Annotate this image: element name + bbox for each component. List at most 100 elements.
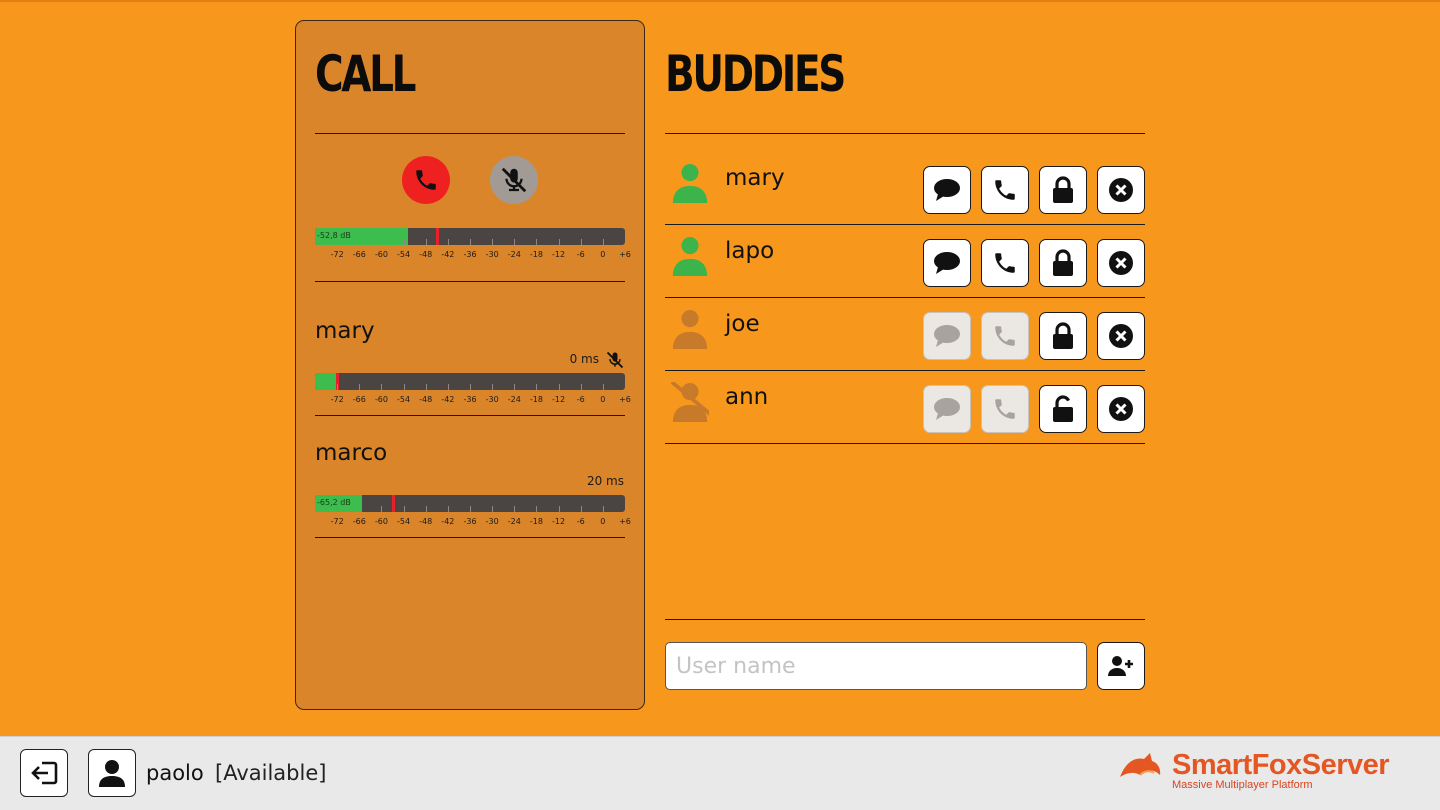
meter-scale-label: -72 xyxy=(330,395,344,404)
buddy-row-divider xyxy=(665,370,1145,371)
meter-tick xyxy=(558,239,560,245)
call-title: CALL xyxy=(315,45,416,103)
meter-tick xyxy=(580,506,582,512)
buddy-row-divider xyxy=(665,297,1145,298)
block-toggle-button[interactable] xyxy=(1039,385,1087,433)
remove-buddy-button[interactable] xyxy=(1097,239,1145,287)
chat-button[interactable] xyxy=(923,385,971,433)
block-toggle-button[interactable] xyxy=(1039,239,1087,287)
meter-tick xyxy=(381,239,383,245)
buddy-name: ann xyxy=(725,384,769,410)
buddy-row: ann xyxy=(665,372,1145,444)
meter-tick xyxy=(602,239,604,245)
user-name-input[interactable] xyxy=(665,642,1087,690)
meter-scale-label: -66 xyxy=(352,395,366,404)
logout-button[interactable] xyxy=(20,749,68,797)
top-border xyxy=(0,0,1440,2)
meter-scale-label: -6 xyxy=(576,250,585,259)
meter-scale-label: -54 xyxy=(397,517,411,526)
buddy-name: lapo xyxy=(725,238,775,264)
peer-divider xyxy=(315,415,625,416)
meter-peak xyxy=(391,495,395,512)
phone-hangup-icon xyxy=(416,170,436,190)
meter-tick xyxy=(602,506,604,512)
block-toggle-button[interactable] xyxy=(1039,166,1087,214)
meter-scale-label: -6 xyxy=(576,395,585,404)
meter-scale-label: -30 xyxy=(485,395,499,404)
meter-scale-label: +6 xyxy=(619,517,631,526)
call-button[interactable] xyxy=(981,385,1029,433)
call-button[interactable] xyxy=(981,312,1029,360)
meter-scale-label: -60 xyxy=(374,517,388,526)
end-call-button[interactable] xyxy=(402,156,450,204)
peer-volume-meter: -65,2 dB xyxy=(315,495,625,512)
chat-button[interactable] xyxy=(923,312,971,360)
meter-tick xyxy=(536,506,538,512)
meter-tick xyxy=(492,239,494,245)
meter-tick xyxy=(447,506,449,512)
peer-status-line: 0 ms xyxy=(315,351,625,369)
buddy-row: mary xyxy=(665,153,1145,225)
meter-tick xyxy=(514,384,516,390)
peer-name: mary xyxy=(315,318,375,344)
remove-buddy-button[interactable] xyxy=(1097,385,1145,433)
chat-icon xyxy=(933,397,961,421)
meter-tick xyxy=(337,384,339,390)
meter-scale-label: -36 xyxy=(463,250,477,259)
meter-tick xyxy=(514,239,516,245)
meter-scale-label: -48 xyxy=(419,517,433,526)
meter-scale-label: -60 xyxy=(374,395,388,404)
buddy-name: mary xyxy=(725,165,785,191)
meter-scale: -72 -66 -60 -54 -48 -42 -36 -30 -24 -18 -12 -6 0 +6 xyxy=(315,250,631,260)
brand-logo-text: SmartFoxServer xyxy=(1172,749,1390,781)
meter-tick xyxy=(381,384,383,390)
meter-tick xyxy=(359,239,361,245)
meter-scale-label: -54 xyxy=(397,250,411,259)
meter-tick xyxy=(536,384,538,390)
meter-scale-label: -18 xyxy=(529,517,543,526)
peer-name: marco xyxy=(315,440,388,466)
chat-button[interactable] xyxy=(923,166,971,214)
meter-scale-label: +6 xyxy=(619,250,631,259)
meter-tick xyxy=(359,384,361,390)
user-icon xyxy=(672,309,708,349)
user-profile-button[interactable] xyxy=(88,749,136,797)
call-button[interactable] xyxy=(981,239,1029,287)
peer-latency: 20 ms xyxy=(586,474,624,488)
meter-scale-label: -12 xyxy=(552,250,566,259)
meter-scale-label: 0 xyxy=(600,517,606,526)
meter-tick xyxy=(337,506,339,512)
phone-icon xyxy=(992,323,1018,349)
call-button[interactable] xyxy=(981,166,1029,214)
current-user-status[interactable]: [Available] xyxy=(215,761,326,785)
phone-icon xyxy=(992,177,1018,203)
brand-logo-subtitle: Massive Multiplayer Platform xyxy=(1172,779,1313,791)
meter-scale-label: -36 xyxy=(463,395,477,404)
remove-buddy-button[interactable] xyxy=(1097,166,1145,214)
meter-tick xyxy=(425,239,427,245)
remove-buddy-button[interactable] xyxy=(1097,312,1145,360)
chat-button[interactable] xyxy=(923,239,971,287)
lock-icon xyxy=(1051,249,1075,277)
chat-icon xyxy=(933,324,961,348)
meter-scale-label: -60 xyxy=(374,250,388,259)
meter-scale-label: -66 xyxy=(352,250,366,259)
user-icon xyxy=(99,760,125,787)
add-buddy-button[interactable] xyxy=(1097,642,1145,690)
meter-tick xyxy=(580,384,582,390)
meter-scale-label: -36 xyxy=(463,517,477,526)
meter-scale-label: -6 xyxy=(576,517,585,526)
user-icon xyxy=(672,236,708,276)
chat-icon xyxy=(933,178,961,202)
remove-icon xyxy=(1108,323,1134,349)
mic-muted-icon xyxy=(501,167,527,193)
meter-scale-label: -12 xyxy=(552,395,566,404)
meter-scale: -72 -66 -60 -54 -48 -42 -36 -30 -24 -18 -12 -6 0 +6 xyxy=(315,395,631,405)
peer-volume-meter xyxy=(315,373,625,390)
remove-icon xyxy=(1108,396,1134,422)
mute-toggle-button[interactable] xyxy=(490,156,538,204)
meter-tick xyxy=(492,506,494,512)
block-toggle-button[interactable] xyxy=(1039,312,1087,360)
meter-scale-label: -42 xyxy=(441,250,455,259)
bottom-bar: paolo [Available] SmartFoxServer Massive… xyxy=(0,736,1440,810)
